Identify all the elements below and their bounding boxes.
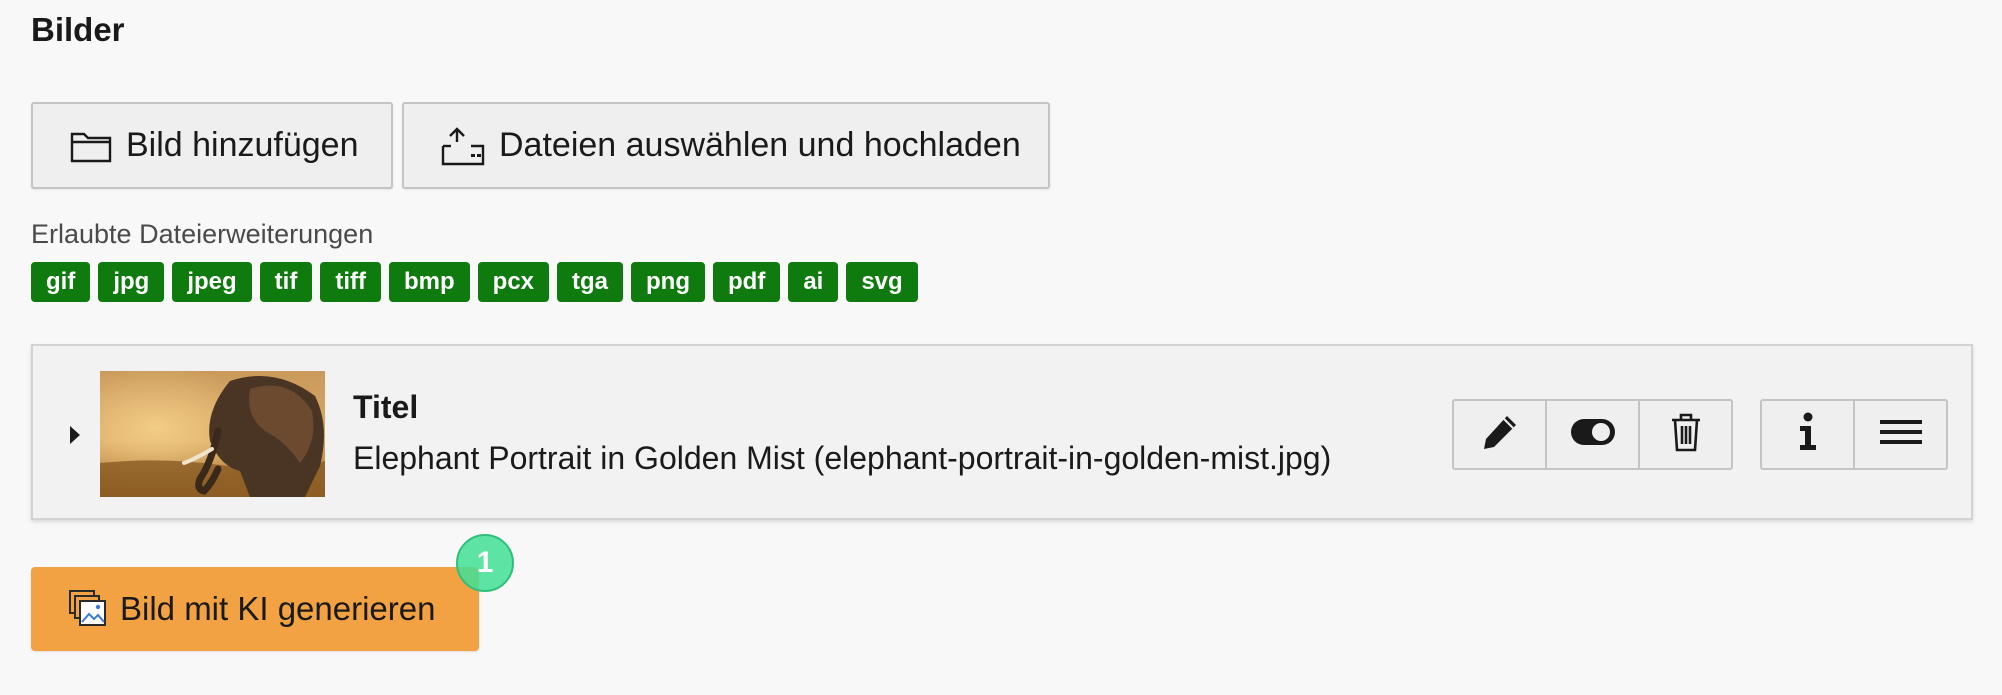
- add-image-button[interactable]: Bild hinzufügen: [31, 102, 393, 189]
- trash-icon: [1670, 412, 1702, 457]
- expand-caret-icon[interactable]: [65, 423, 85, 447]
- folder-icon: [70, 129, 112, 163]
- file-actions-group: [1452, 399, 1733, 470]
- extension-badge: bmp: [388, 262, 470, 302]
- upload-icon: [441, 126, 485, 166]
- extension-badge: jpg: [98, 262, 165, 302]
- edit-button[interactable]: [1454, 401, 1547, 468]
- sort-handle-button[interactable]: [1855, 401, 1946, 468]
- file-meta-group: [1760, 399, 1948, 470]
- extension-badge: gif: [31, 262, 91, 302]
- extension-badge: tiff: [320, 262, 381, 302]
- extension-badge: jpeg: [172, 262, 252, 302]
- add-image-label: Bild hinzufügen: [126, 126, 359, 164]
- allowed-extensions-list: gif jpg jpeg tif tiff bmp pcx tga png pd…: [31, 262, 918, 302]
- upload-files-label: Dateien auswählen und hochladen: [499, 126, 1021, 164]
- extension-badge: pcx: [477, 262, 550, 302]
- info-icon: [1796, 412, 1820, 457]
- file-reference-panel: Titel Elephant Portrait in Golden Mist (…: [31, 344, 1973, 520]
- info-button[interactable]: [1762, 401, 1855, 468]
- image-thumbnail[interactable]: [100, 371, 325, 497]
- hamburger-icon: [1879, 419, 1922, 450]
- file-name: Elephant Portrait in Golden Mist (elepha…: [353, 440, 1332, 476]
- toggle-icon: [1570, 418, 1616, 451]
- file-title-label: Titel: [353, 389, 419, 425]
- step-marker: 1: [456, 534, 514, 592]
- pencil-icon: [1480, 412, 1520, 457]
- generate-ai-image-label: Bild mit KI generieren: [120, 590, 436, 627]
- delete-button[interactable]: [1640, 401, 1731, 468]
- toggle-visibility-button[interactable]: [1547, 401, 1640, 468]
- section-title: Bilder: [31, 11, 125, 48]
- extension-badge: ai: [788, 262, 839, 302]
- extension-badge: pdf: [713, 262, 781, 302]
- generate-ai-image-button[interactable]: Bild mit KI generieren: [31, 567, 479, 651]
- upload-files-button[interactable]: Dateien auswählen und hochladen: [402, 102, 1050, 189]
- image-stack-icon: [68, 589, 108, 629]
- allowed-extensions-label: Erlaubte Dateierweiterungen: [31, 219, 374, 249]
- extension-badge: png: [631, 262, 705, 302]
- extension-badge: tga: [557, 262, 624, 302]
- extension-badge: tif: [259, 262, 313, 302]
- extension-badge: svg: [846, 262, 918, 302]
